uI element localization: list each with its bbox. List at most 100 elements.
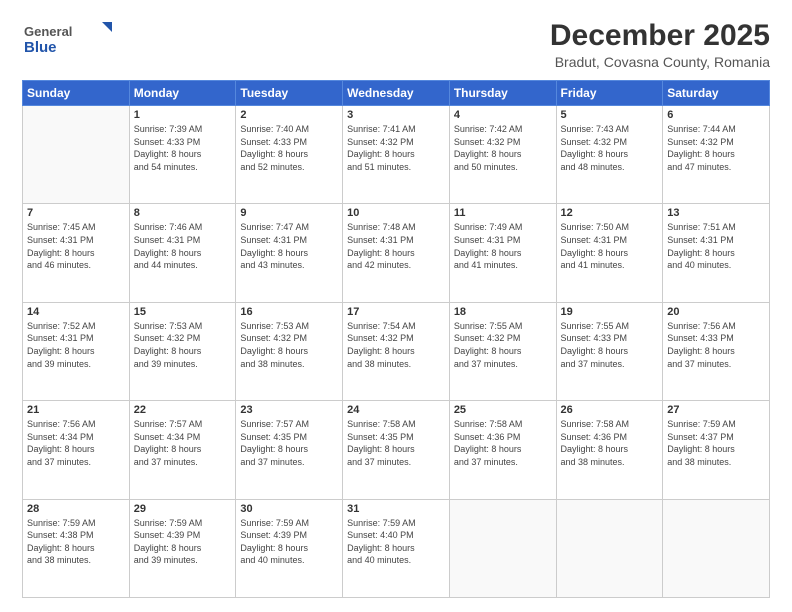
calendar-table: Sunday Monday Tuesday Wednesday Thursday… (22, 80, 770, 598)
day-number: 4 (454, 109, 552, 121)
day-number: 31 (347, 503, 445, 515)
calendar-cell: 17 Sunrise: 7:54 AMSunset: 4:32 PMDayligh… (343, 302, 450, 400)
day-number: 26 (561, 404, 659, 416)
calendar-cell: 2Sunrise: 7:40 AMSunset: 4:33 PMDaylight… (236, 106, 343, 204)
day-info: Sunrise: 7:53 AMSunset: 4:32 PMDaylight:… (134, 320, 232, 370)
calendar-cell: 26Sunrise: 7:58 AMSunset: 4:36 PMDayligh… (556, 401, 663, 499)
day-number: 22 (134, 404, 232, 416)
calendar-cell (663, 499, 770, 597)
day-number: 7 (27, 207, 125, 219)
calendar-cell: 14 Sunrise: 7:52 AMSunset: 4:31 PMDayligh… (23, 302, 130, 400)
day-info: Sunrise: 7:45 AMSunset: 4:31 PMDaylight:… (27, 221, 125, 271)
day-info: Sunrise: 7:48 AMSunset: 4:31 PMDaylight:… (347, 221, 445, 271)
day-info: Sunrise: 7:44 AMSunset: 4:32 PMDaylight:… (667, 123, 765, 173)
day-info: Sunrise: 7:59 AMSunset: 4:39 PMDaylight:… (240, 517, 338, 567)
calendar-cell (556, 499, 663, 597)
calendar-cell: 20 Sunrise: 7:56 AMSunset: 4:33 PMDayligh… (663, 302, 770, 400)
day-info: Sunrise: 7:43 AMSunset: 4:32 PMDaylight:… (561, 123, 659, 173)
main-title: December 2025 (550, 18, 770, 54)
day-info: Sunrise: 7:57 AMSunset: 4:35 PMDaylight:… (240, 418, 338, 468)
week-row-2: 14 Sunrise: 7:52 AMSunset: 4:31 PMDayligh… (23, 302, 770, 400)
day-number: 19 (561, 306, 659, 318)
day-info: Sunrise: 7:41 AMSunset: 4:32 PMDaylight:… (347, 123, 445, 173)
day-info: Sunrise: 7:39 AMSunset: 4:33 PMDaylight:… (134, 123, 232, 173)
day-info: Sunrise: 7:59 AMSunset: 4:37 PMDaylight:… (667, 418, 765, 468)
calendar-cell: 12Sunrise: 7:50 AMSunset: 4:31 PMDayligh… (556, 204, 663, 302)
day-number: 30 (240, 503, 338, 515)
calendar-cell: 9Sunrise: 7:47 AMSunset: 4:31 PMDaylight… (236, 204, 343, 302)
day-info: Sunrise: 7:49 AMSunset: 4:31 PMDaylight:… (454, 221, 552, 271)
day-info: Sunrise: 7:51 AMSunset: 4:31 PMDaylight:… (667, 221, 765, 271)
day-number: 15 (134, 306, 232, 318)
logo: General Blue (22, 18, 112, 62)
header-row: Sunday Monday Tuesday Wednesday Thursday… (23, 81, 770, 106)
day-number: 11 (454, 207, 552, 219)
day-info: Sunrise: 7:55 AMSunset: 4:33 PMDaylight:… (561, 320, 659, 370)
header: General Blue December 2025 Bradut, Covas… (22, 18, 770, 70)
day-info: Sunrise: 7:50 AMSunset: 4:31 PMDaylight:… (561, 221, 659, 271)
day-info: Sunrise: 7:47 AMSunset: 4:31 PMDaylight:… (240, 221, 338, 271)
calendar-cell: 31 Sunrise: 7:59 AMSunset: 4:40 PMDayligh… (343, 499, 450, 597)
calendar-header: Sunday Monday Tuesday Wednesday Thursday… (23, 81, 770, 106)
page: General Blue December 2025 Bradut, Covas… (0, 0, 792, 612)
day-number: 28 (27, 503, 125, 515)
day-number: 5 (561, 109, 659, 121)
calendar-cell: 30 Sunrise: 7:59 AMSunset: 4:39 PMDayligh… (236, 499, 343, 597)
day-number: 27 (667, 404, 765, 416)
day-info: Sunrise: 7:56 AMSunset: 4:33 PMDaylight:… (667, 320, 765, 370)
day-info: Sunrise: 7:59 AMSunset: 4:40 PMDaylight:… (347, 517, 445, 567)
day-number: 6 (667, 109, 765, 121)
calendar-cell (23, 106, 130, 204)
calendar-cell: 10 Sunrise: 7:48 AMSunset: 4:31 PMDayligh… (343, 204, 450, 302)
week-row-1: 7 Sunrise: 7:45 AMSunset: 4:31 PMDaylight… (23, 204, 770, 302)
calendar-cell: 3 Sunrise: 7:41 AMSunset: 4:32 PMDaylight… (343, 106, 450, 204)
day-number: 17 (347, 306, 445, 318)
calendar-cell: 16 Sunrise: 7:53 AMSunset: 4:32 PMDayligh… (236, 302, 343, 400)
day-info: Sunrise: 7:46 AMSunset: 4:31 PMDaylight:… (134, 221, 232, 271)
logo-svg: General Blue (22, 18, 112, 62)
day-number: 21 (27, 404, 125, 416)
calendar-body: 1Sunrise: 7:39 AMSunset: 4:33 PMDaylight… (23, 106, 770, 598)
calendar-cell: 7 Sunrise: 7:45 AMSunset: 4:31 PMDaylight… (23, 204, 130, 302)
calendar-cell: 25Sunrise: 7:58 AMSunset: 4:36 PMDayligh… (449, 401, 556, 499)
day-info: Sunrise: 7:53 AMSunset: 4:32 PMDaylight:… (240, 320, 338, 370)
svg-text:Blue: Blue (24, 39, 57, 56)
calendar-cell: 29 Sunrise: 7:59 AMSunset: 4:39 PMDayligh… (129, 499, 236, 597)
calendar-cell: 21Sunrise: 7:56 AMSunset: 4:34 PMDayligh… (23, 401, 130, 499)
day-number: 8 (134, 207, 232, 219)
calendar-cell: 27 Sunrise: 7:59 AMSunset: 4:37 PMDayligh… (663, 401, 770, 499)
col-monday: Monday (129, 81, 236, 106)
calendar-cell: 18 Sunrise: 7:55 AMSunset: 4:32 PMDayligh… (449, 302, 556, 400)
calendar-cell: 24Sunrise: 7:58 AMSunset: 4:35 PMDayligh… (343, 401, 450, 499)
calendar-cell: 15 Sunrise: 7:53 AMSunset: 4:32 PMDayligh… (129, 302, 236, 400)
day-number: 29 (134, 503, 232, 515)
day-info: Sunrise: 7:55 AMSunset: 4:32 PMDaylight:… (454, 320, 552, 370)
calendar-cell: 6 Sunrise: 7:44 AMSunset: 4:32 PMDaylight… (663, 106, 770, 204)
day-info: Sunrise: 7:59 AMSunset: 4:39 PMDaylight:… (134, 517, 232, 567)
day-number: 13 (667, 207, 765, 219)
col-friday: Friday (556, 81, 663, 106)
col-tuesday: Tuesday (236, 81, 343, 106)
day-info: Sunrise: 7:59 AMSunset: 4:38 PMDaylight:… (27, 517, 125, 567)
col-thursday: Thursday (449, 81, 556, 106)
calendar-cell: 8 Sunrise: 7:46 AMSunset: 4:31 PMDaylight… (129, 204, 236, 302)
calendar-cell: 5 Sunrise: 7:43 AMSunset: 4:32 PMDaylight… (556, 106, 663, 204)
day-number: 20 (667, 306, 765, 318)
day-number: 14 (27, 306, 125, 318)
calendar-cell (449, 499, 556, 597)
day-number: 25 (454, 404, 552, 416)
day-number: 18 (454, 306, 552, 318)
calendar-cell: 11 Sunrise: 7:49 AMSunset: 4:31 PMDayligh… (449, 204, 556, 302)
day-number: 16 (240, 306, 338, 318)
day-number: 10 (347, 207, 445, 219)
week-row-0: 1Sunrise: 7:39 AMSunset: 4:33 PMDaylight… (23, 106, 770, 204)
day-info: Sunrise: 7:52 AMSunset: 4:31 PMDaylight:… (27, 320, 125, 370)
week-row-4: 28 Sunrise: 7:59 AMSunset: 4:38 PMDayligh… (23, 499, 770, 597)
day-info: Sunrise: 7:54 AMSunset: 4:32 PMDaylight:… (347, 320, 445, 370)
col-wednesday: Wednesday (343, 81, 450, 106)
day-number: 3 (347, 109, 445, 121)
day-number: 23 (240, 404, 338, 416)
calendar-cell: 1Sunrise: 7:39 AMSunset: 4:33 PMDaylight… (129, 106, 236, 204)
calendar-cell: 23 Sunrise: 7:57 AMSunset: 4:35 PMDayligh… (236, 401, 343, 499)
week-row-3: 21Sunrise: 7:56 AMSunset: 4:34 PMDayligh… (23, 401, 770, 499)
